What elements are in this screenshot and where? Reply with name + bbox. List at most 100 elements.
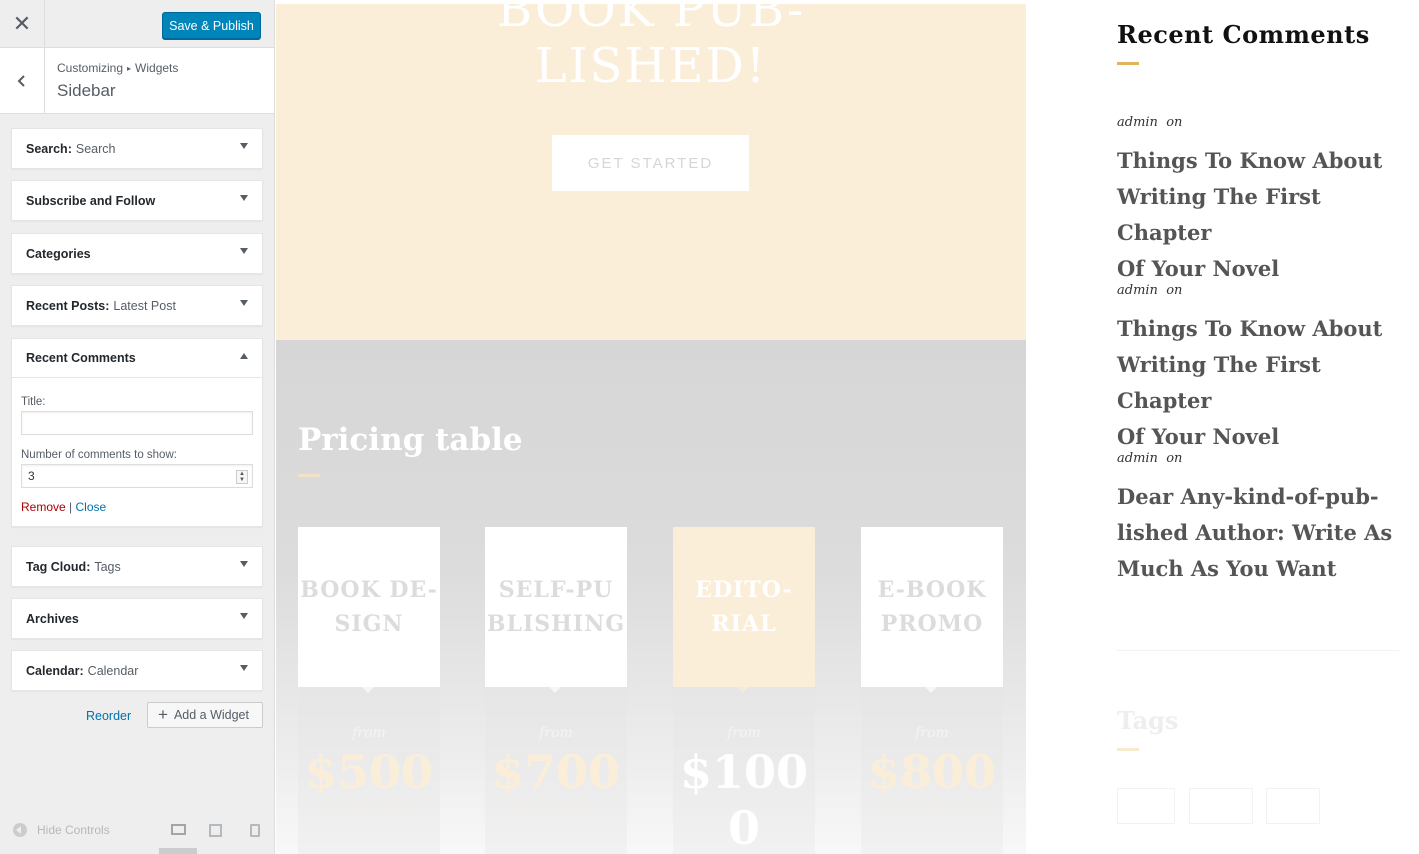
section-title: Sidebar [57,81,116,100]
reorder-link[interactable]: Reorder [86,709,131,723]
site-preview: BOOK PUB- LISHED! GET STARTED Pricing ta… [276,0,1419,854]
price-note: Conversion Free [873,797,991,813]
card-title-line1: EDITO- [695,577,793,603]
tag-pill[interactable] [1266,788,1320,824]
hero-title-line2: LISHED! [534,38,768,94]
widget-archives[interactable]: Archives [11,598,263,639]
widget-recent-posts[interactable]: Recent Posts: Latest Post [11,285,263,326]
comment-post-link[interactable]: Things To Know About Writing The First C… [1117,143,1407,287]
price-amount: $700 [491,745,621,799]
card-title-line2: SIGN [334,611,404,637]
hide-controls-button[interactable]: Hide Controls [13,823,110,837]
comment-meta: admin on [1117,283,1182,298]
comment-on: on [1166,115,1183,130]
title-input[interactable] [21,411,253,435]
card-title-line1: BOOK DE- [300,577,438,603]
remove-link[interactable]: Remove [21,500,66,514]
expand-arrow-icon[interactable] [240,665,248,671]
widget-search[interactable]: Search: Search [11,128,263,169]
pricing-details-ebook-promo: from $800 Conversion Free [861,687,1003,854]
comment-post-link[interactable]: Dear Any-kind-of-pub- lished Author: Wri… [1117,479,1407,587]
sidebar-widget-area: Recent Comments admin on Things To Know … [1117,0,1407,854]
pricing-card-editorial[interactable]: EDITO- RIAL [673,527,815,693]
comment-author[interactable]: admin [1117,451,1158,466]
comment-count-input[interactable]: 3 ▲ ▼ [21,464,253,488]
desktop-preview-icon[interactable] [171,824,186,835]
price-amount-line1: $100 [679,745,809,799]
hero-section: BOOK PUB- LISHED! GET STARTED [276,4,1026,340]
back-arrow-icon[interactable] [0,48,45,113]
pricing-details-self-publishing: from $700 for 20 pages [485,687,627,854]
stepper-arrows-icon[interactable]: ▲ ▼ [236,470,248,484]
collapse-arrow-icon[interactable] [240,353,248,359]
add-widget-label: Add a Widget [173,708,249,722]
comment-on: on [1166,283,1183,298]
hero-title: BOOK PUB- LISHED! [276,4,1026,94]
mobile-preview-icon[interactable] [250,824,260,837]
card-title-line1: SELF-PU [498,577,614,603]
pricing-card-ebook-promo[interactable]: E-BOOK PROMO [861,527,1003,693]
price-from: from [539,725,573,741]
widget-divider [1117,650,1399,651]
comment-author[interactable]: admin [1117,115,1158,130]
close-icon[interactable]: ✕ [0,0,45,48]
pricing-details-editorial: from $100 0 [673,687,815,854]
comment-meta: admin on [1117,115,1182,130]
recent-comments-title: Recent Comments [1117,20,1370,49]
pricing-card-book-design[interactable]: BOOK DE- SIGN [298,527,440,693]
price-from: from [915,725,949,741]
breadcrumb-root: Customizing [57,61,124,75]
comment-link-line: Writing The First Chapter [1117,352,1321,413]
card-title-line2: RIAL [711,611,777,637]
widget-categories[interactable]: Categories [11,233,263,274]
action-separator: | [69,500,73,514]
tag-pill[interactable] [1189,788,1253,824]
widget-footer-actions: Reorder + Add a Widget [0,702,274,730]
card-title-line1: E-BOOK [877,577,987,603]
widget-recent-comments[interactable]: Recent Comments Title: Number of comment… [11,338,263,527]
comment-link-line: Of Your Novel [1117,424,1280,449]
save-publish-button[interactable]: Save & Publish [162,12,261,39]
recent-comments-underline [1117,62,1139,65]
comment-on: on [1166,451,1183,466]
widget-subscribe-follow[interactable]: Subscribe and Follow [11,180,263,221]
tag-pill[interactable] [1117,788,1175,824]
price-amount-line2: 0 [727,801,760,854]
customizer-panel: ✕ Save & Publish Customizing ▸ Widgets Sid… [0,0,275,854]
widget-subtitle: Tags [94,559,121,574]
pricing-title: Pricing table [298,422,523,458]
add-widget-button[interactable]: + Add a Widget [147,702,263,728]
expand-arrow-icon[interactable] [240,143,248,149]
price-note: for 20 pages [511,797,601,813]
widget-title: Search [26,141,68,156]
tablet-preview-icon[interactable] [209,824,222,837]
close-link[interactable]: Close [76,500,107,514]
card-title-line2: PROMO [880,611,984,637]
expand-arrow-icon[interactable] [240,195,248,201]
price-note: for 20 pages [324,797,414,813]
pricing-details-book-design: from $500 for 20 pages [298,687,440,854]
widget-form: Title: Number of comments to show: 3 ▲ ▼ R… [12,378,262,526]
widget-subtitle: Search [75,141,116,156]
expand-arrow-icon[interactable] [240,613,248,619]
widget-tag-cloud[interactable]: Tag Cloud: Tags [11,546,263,587]
widget-title: Archives [26,611,79,626]
get-started-button[interactable]: GET STARTED [552,135,749,191]
breadcrumb-current: Widgets [135,61,179,75]
pricing-card-self-publishing[interactable]: SELF-PU BLISHING [485,527,627,693]
widget-title: Recent Comments [26,351,136,365]
active-device-indicator [159,848,197,854]
comment-author[interactable]: admin [1117,283,1158,298]
comment-post-link[interactable]: Things To Know About Writing The First C… [1117,311,1407,455]
customizer-footer: Hide Controls [0,812,274,854]
expand-arrow-icon[interactable] [240,561,248,567]
hide-controls-label: Hide Controls [37,823,110,837]
pricing-title-underline [298,474,320,477]
widget-title: Calendar [26,663,80,678]
expand-arrow-icon[interactable] [240,300,248,306]
expand-arrow-icon[interactable] [240,248,248,254]
price-amount: $800 [867,745,997,799]
widget-title: Recent Posts [26,298,106,313]
comment-link-line: Things To Know About [1117,148,1383,173]
widget-calendar[interactable]: Calendar: Calendar [11,650,263,691]
